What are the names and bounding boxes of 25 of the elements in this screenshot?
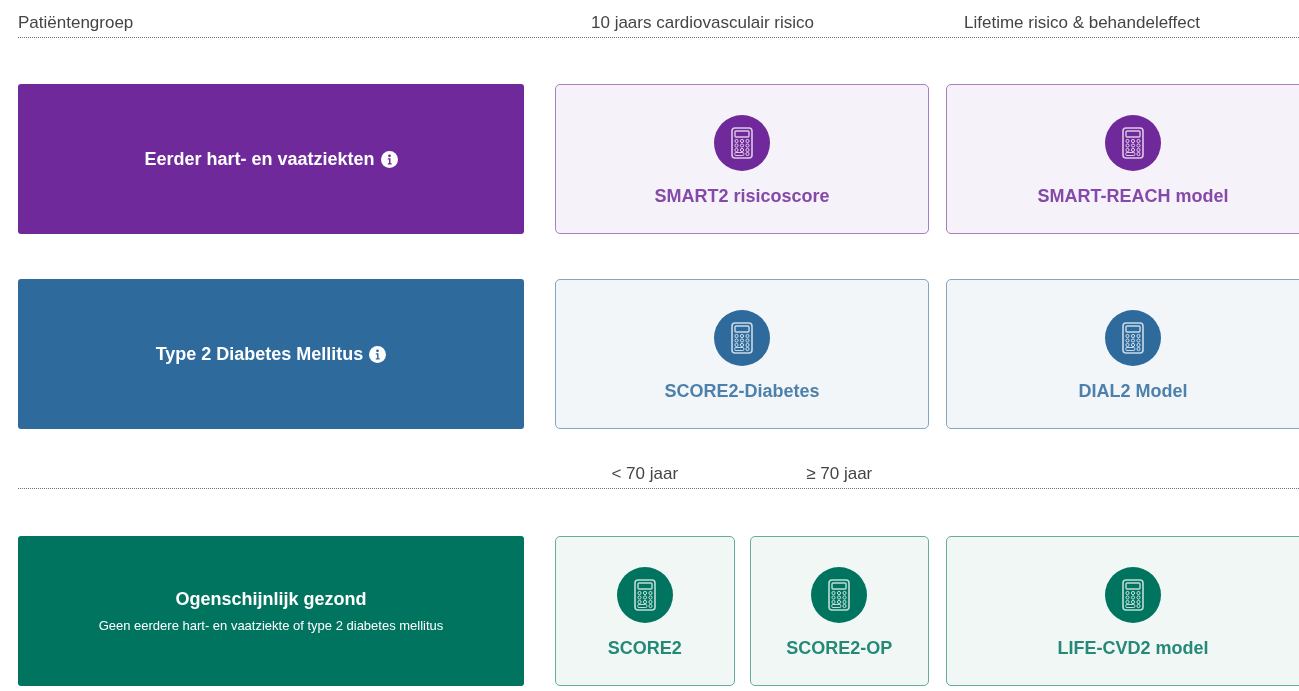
group-title: Type 2 Diabetes Mellitus [155, 342, 364, 366]
column-heading: Lifetime risico & behandeleffect [964, 12, 1200, 34]
column-heading: 10 jaars cardiovasculair risico [591, 12, 814, 34]
group-title: Eerder hart- en vaatziekten [144, 147, 375, 171]
info-icon[interactable] [380, 150, 398, 168]
tool-card[interactable]: SCORE2-Diabetes [555, 279, 929, 429]
calculator-icon [714, 114, 770, 171]
calculator-icon [714, 309, 770, 366]
tool-card[interactable]: DIAL2 Model [946, 279, 1299, 429]
column-heading: Patiëntengroep [18, 12, 134, 34]
tool-card[interactable]: SCORE2 [555, 536, 735, 686]
calculator-icon [1105, 566, 1161, 623]
group-title: Ogenschijnlijk gezond [175, 587, 367, 611]
info-icon[interactable] [369, 345, 387, 363]
tool-card[interactable]: SMART2 risicoscore [555, 84, 929, 234]
tool-card[interactable]: SCORE2-OP [749, 536, 929, 686]
calculator-icon [1105, 114, 1161, 171]
tool-card[interactable]: LIFE-CVD2 model [946, 536, 1299, 686]
calculator-icon [616, 566, 673, 623]
calculator-icon [1105, 309, 1161, 366]
age-heading: ≥ 70 jaar [806, 462, 873, 485]
group-subtitle: Geen eerdere hart- en vaatziekte of type 2 diabetes mellitus [98, 616, 444, 635]
calculator-icon [811, 566, 868, 623]
age-heading: < 70 jaar [611, 462, 679, 485]
tool-card[interactable]: SMART-REACH model [946, 84, 1299, 234]
